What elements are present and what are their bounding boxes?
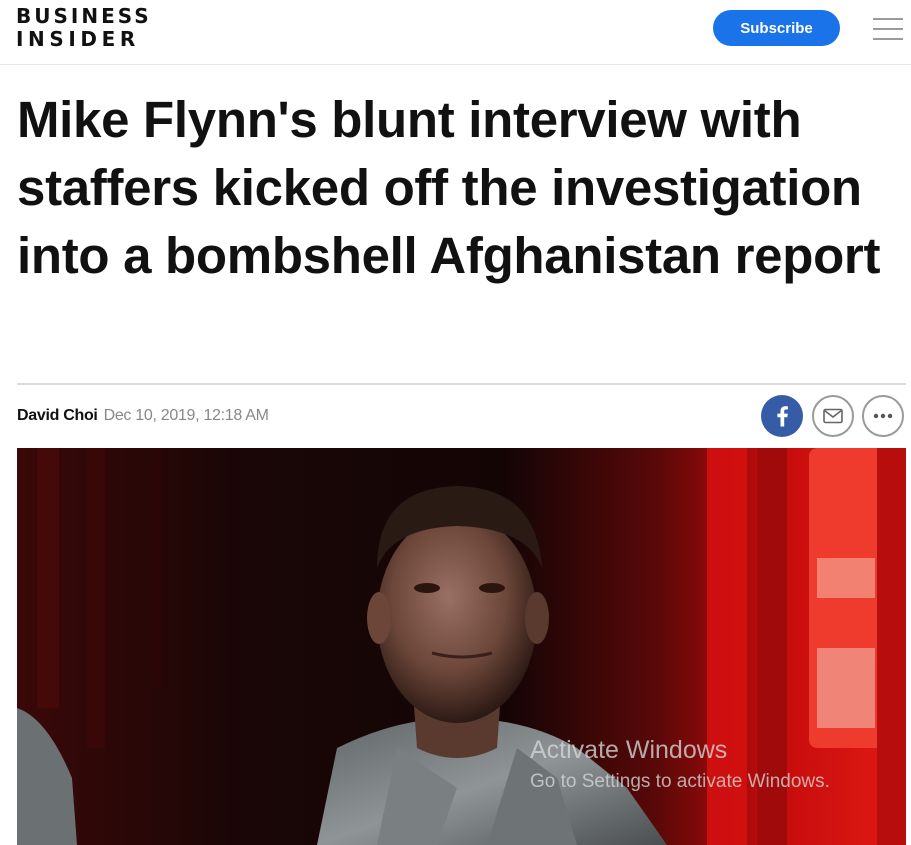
article-page: BUSINESS INSIDER Subscribe Mike Flynn's …	[0, 0, 911, 845]
byline-divider	[17, 383, 906, 385]
email-icon	[823, 408, 843, 424]
facebook-share-button[interactable]	[761, 395, 803, 437]
hero-image	[17, 448, 906, 845]
site-header: BUSINESS INSIDER Subscribe	[0, 0, 911, 65]
byline: David Choi Dec 10, 2019, 12:18 AM	[17, 405, 269, 427]
more-dots-icon	[873, 413, 893, 419]
article-headline: Mike Flynn's blunt interview with staffe…	[17, 91, 881, 284]
email-share-button[interactable]	[812, 395, 854, 437]
logo-line-2: INSIDER	[16, 27, 140, 51]
author-name[interactable]: David Choi	[17, 407, 98, 424]
logo-line-1: BUSINESS	[16, 4, 152, 28]
hero-photo	[17, 448, 906, 845]
subscribe-button[interactable]: Subscribe	[713, 10, 840, 46]
business-insider-logo[interactable]: BUSINESS INSIDER	[16, 5, 152, 51]
more-share-options-button[interactable]	[862, 395, 904, 437]
hamburger-menu-icon[interactable]	[873, 18, 903, 40]
publish-date: Dec 10, 2019, 12:18 AM	[103, 407, 269, 424]
facebook-icon	[777, 406, 788, 427]
